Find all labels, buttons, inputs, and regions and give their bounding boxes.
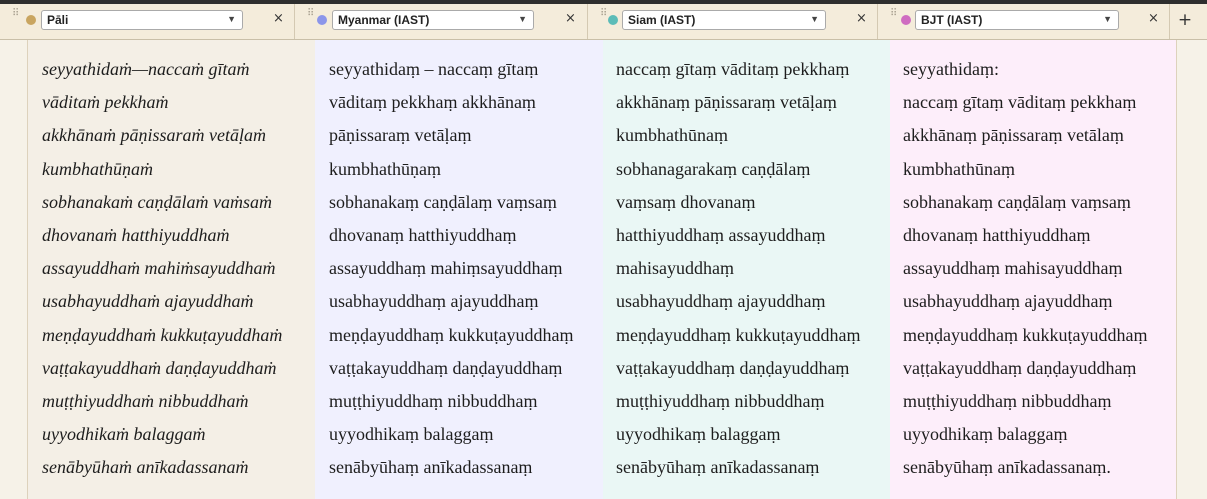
chevron-down-icon: ▼ [227,14,236,24]
column-bjt: seyyathidaṃ: naccaṃ gītaṃ vāditaṃ pekkhaṃ… [890,40,1176,499]
chevron-down-icon: ▼ [518,14,527,24]
text-line: kumbhathūṇaṃ [329,158,441,179]
text-line: usabhayuddhaṃ ajayuddhaṃ [329,291,539,312]
text-line: sobhanakaṃ caṇḍālaṃ vaṃsaṃ [903,191,1131,212]
color-dot-siam [608,15,618,25]
text-line: muṭṭhiyuddhaṃ nibbuddhaṃ [616,390,825,411]
tab-pali[interactable]: ⠿ Pāli ▼ × [0,4,295,39]
edition-select-myanmar[interactable]: Myanmar (IAST) ▼ [332,10,534,30]
text-line: vāditaṃ pekkhaṃ akkhānaṃ [329,92,536,113]
text-line: hatthiyuddhaṃ assayuddhaṃ [616,224,826,245]
text-line: muṭṭhiyuddhaṁ nibbuddhaṁ [42,390,249,411]
text-line: usabhayuddhaṁ ajayuddhaṁ [42,291,254,312]
text-line: sobhanakaṁ caṇḍālaṁ vaṁsaṁ [42,191,272,212]
text-line: assayuddhaṃ mahiṃsayuddhaṃ [329,258,563,279]
text-line: meṇḍayuddhaṁ kukkuṭayuddhaṁ [42,324,283,345]
chevron-down-icon: ▼ [1103,14,1112,24]
drag-handle-icon[interactable]: ⠿ [890,9,897,19]
text-line: vaṭṭakayuddhaṃ daṇḍayuddhaṃ [329,357,563,378]
text-line: sobhanagarakaṃ caṇḍālaṃ [616,158,811,179]
close-tab-button[interactable]: × [565,11,576,26]
text-line: akkhānaṃ pāṇissaraṃ vetālaṃ [903,125,1124,146]
right-gutter [1176,40,1207,499]
edition-select-label: Myanmar (IAST) [338,13,430,27]
column-pali: seyyathidaṁ—naccaṁ gītaṁ vāditaṁ pekkhaṁ a… [28,40,315,499]
text-line: assayuddhaṁ mahiṁsayuddhaṁ [42,258,276,279]
drag-handle-icon[interactable]: ⠿ [307,9,314,19]
color-dot-bjt [901,15,911,25]
add-tab-button[interactable]: + [1170,10,1200,34]
edition-select-label: Pāli [47,13,69,27]
close-tab-button[interactable]: × [856,11,867,26]
text-line: vaṃsaṃ dhovanaṃ [616,191,756,212]
close-tab-button[interactable]: × [1148,11,1159,26]
text-line: dhovanaṃ hatthiyuddhaṃ [329,224,517,245]
edition-select-label: Siam (IAST) [628,13,696,27]
column-siam: naccaṃ gītaṃ vāditaṃ pekkhaṃ akkhānaṃ pāṇ… [603,40,890,499]
tab-bar: ⠿ Pāli ▼ × ⠿ Myanmar (IAST) ▼ × ⠿ Siam (… [0,4,1207,40]
close-tab-button[interactable]: × [273,11,284,26]
left-gutter [0,40,28,499]
text-line: senābyūhaṃ anīkadassanaṃ. [903,457,1111,478]
text-line: vaṭṭakayuddhaṁ daṇḍayuddhaṁ [42,357,277,378]
text-line: seyyathidaṃ – naccaṃ gītaṃ [329,59,539,79]
text-line: uyyodhikaṃ balaggaṃ [903,424,1068,445]
tab-myanmar[interactable]: ⠿ Myanmar (IAST) ▼ × [295,4,588,39]
edition-select-bjt[interactable]: BJT (IAST) ▼ [915,10,1119,30]
text-line: seyyathidaṃ: [903,59,999,79]
text-line: naccaṃ gītaṃ vāditaṃ pekkhaṃ [616,59,850,79]
chevron-down-icon: ▼ [810,14,819,24]
drag-handle-icon[interactable]: ⠿ [12,9,19,19]
text-line: vaṭṭakayuddhaṃ daṇḍayuddhaṃ [616,357,850,378]
text-line: pāṇissaraṃ vetāḷaṃ [329,125,472,146]
text-line: muṭṭhiyuddhaṃ nibbuddhaṃ [329,390,538,411]
text-line: seyyathidaṁ—naccaṁ gītaṁ [42,59,250,79]
edition-select-siam[interactable]: Siam (IAST) ▼ [622,10,826,30]
text-line: meṇḍayuddhaṃ kukkuṭayuddhaṃ [329,324,574,345]
text-line: akkhānaṁ pāṇissaraṁ vetāḷaṁ [42,125,266,146]
tab-bjt[interactable]: ⠿ BJT (IAST) ▼ × [878,4,1170,39]
text-line: dhovanaṃ hatthiyuddhaṃ [903,224,1091,245]
text-line: naccaṃ gītaṃ vāditaṃ pekkhaṃ [903,92,1137,113]
text-line: assayuddhaṃ mahisayuddhaṃ [903,258,1123,279]
text-line: meṇḍayuddhaṃ kukkuṭayuddhaṃ [616,324,861,345]
text-line: akkhānaṃ pāṇissaraṃ vetāḷaṃ [616,92,837,113]
text-line: meṇḍayuddhaṃ kukkuṭayuddhaṃ [903,324,1148,345]
text-line: senābyūhaṃ anīkadassanaṃ [616,457,820,478]
edition-select-pali[interactable]: Pāli ▼ [41,10,243,30]
text-line: dhovanaṁ hatthiyuddhaṁ [42,224,230,245]
text-line: sobhanakaṃ caṇḍālaṃ vaṃsaṃ [329,191,557,212]
text-line: vāditaṁ pekkhaṁ [42,92,169,113]
text-line: mahisayuddhaṃ [616,258,734,279]
text-line: muṭṭhiyuddhaṃ nibbuddhaṃ [903,390,1112,411]
text-line: usabhayuddhaṃ ajayuddhaṃ [616,291,826,312]
text-line: kumbhathūnaṃ [903,158,1015,179]
text-line: senābyūhaṁ anīkadassanaṁ [42,457,249,478]
column-myanmar: seyyathidaṃ – naccaṃ gītaṃ vāditaṃ pekkha… [315,40,603,499]
color-dot-myanmar [317,15,327,25]
text-line: uyyodhikaṁ balaggaṁ [42,424,206,445]
text-line: kumbhathūṇaṁ [42,158,153,179]
edition-select-label: BJT (IAST) [921,13,983,27]
text-line: senābyūhaṃ anīkadassanaṃ [329,457,533,478]
text-line: kumbhathūnaṃ [616,125,728,146]
color-dot-pali [26,15,36,25]
text-line: vaṭṭakayuddhaṃ daṇḍayuddhaṃ [903,357,1137,378]
text-line: usabhayuddhaṃ ajayuddhaṃ [903,291,1113,312]
tab-siam[interactable]: ⠿ Siam (IAST) ▼ × [588,4,878,39]
drag-handle-icon[interactable]: ⠿ [600,9,607,19]
text-line: uyyodhikaṃ balaggaṃ [329,424,494,445]
text-line: uyyodhikaṃ balaggaṃ [616,424,781,445]
